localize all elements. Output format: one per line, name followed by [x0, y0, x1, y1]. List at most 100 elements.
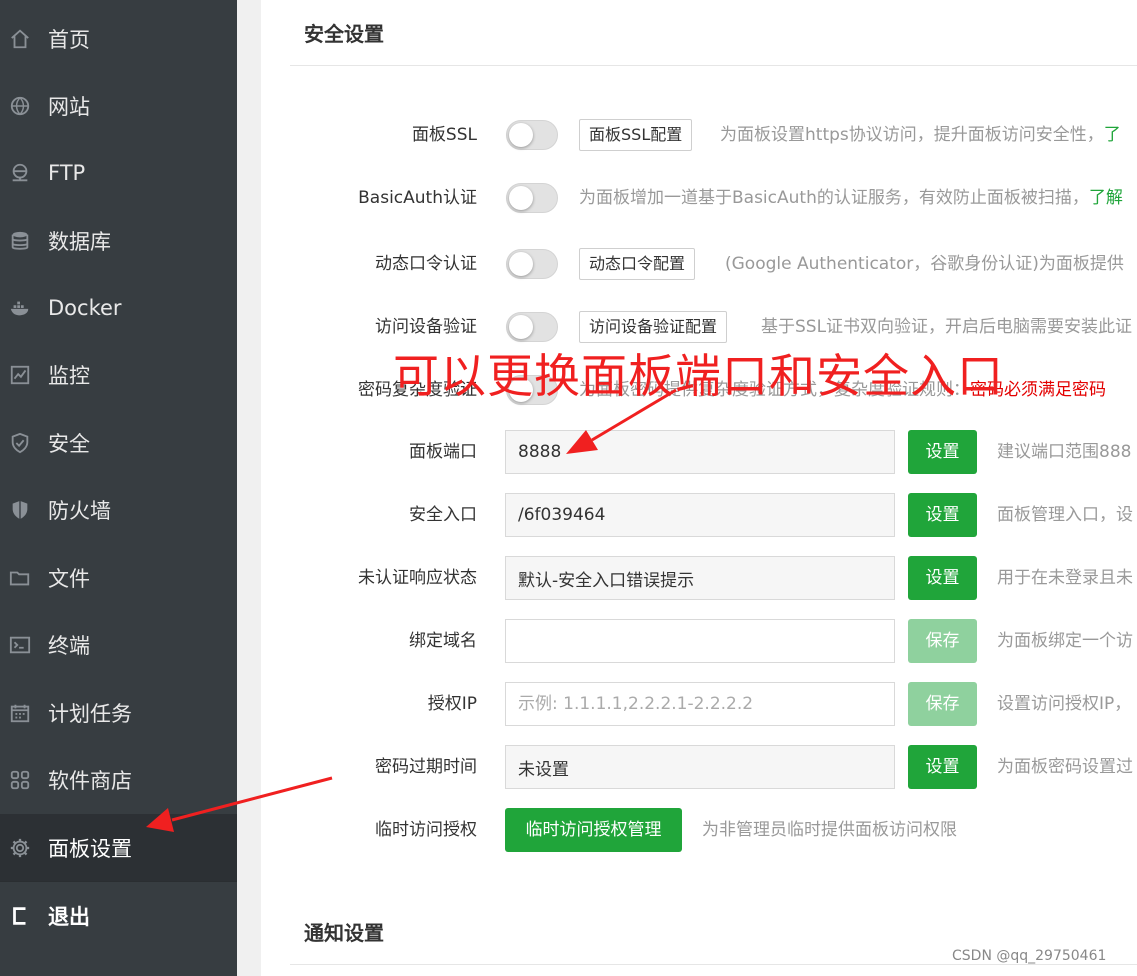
sidebar-item-label: 安全 [48, 431, 90, 456]
security-section-title: 安全设置 [304, 22, 384, 46]
globe-icon [9, 95, 31, 117]
row-description: (Google Authenticator，谷歌身份认证)为面板提供 [725, 254, 1124, 274]
row-label: 面板端口 [409, 442, 477, 462]
ftp-icon [9, 162, 31, 184]
shield-check-icon [9, 432, 31, 454]
dynamic-password-config-button[interactable]: 动态口令配置 [579, 248, 696, 280]
sidebar-item-label: 监控 [48, 363, 90, 388]
basicauth-toggle[interactable] [506, 183, 558, 213]
unauth-response-input[interactable] [505, 556, 895, 600]
password-expiry-row: 密码过期时间 设置 为面板密码设置过 [261, 744, 1137, 790]
gutter [237, 0, 261, 976]
bind-domain-input[interactable] [505, 619, 895, 663]
sidebar-item-label: 终端 [48, 633, 90, 658]
row-label: 动态口令认证 [375, 254, 477, 274]
bind-domain-save-button[interactable]: 保存 [908, 619, 977, 663]
home-icon [9, 28, 31, 50]
sidebar: 首页 网站 FTP 数据库 Docker 监控 安全 防火墙 文件 终端 计划任… [0, 0, 237, 976]
basicauth-row: BasicAuth认证 为面板增加一道基于BasicAuth的认证服务，有效防止… [261, 175, 1137, 221]
sidebar-item-label: 数据库 [48, 229, 111, 254]
divider [290, 65, 1137, 66]
sidebar-item-websites[interactable]: 网站 [0, 72, 237, 139]
sidebar-item-files[interactable]: 文件 [0, 544, 237, 611]
divider [290, 964, 1137, 965]
dynamic-password-row: 动态口令认证 动态口令配置 (Google Authenticator，谷歌身份… [261, 241, 1137, 287]
learn-more-link[interactable]: 了解 [1089, 188, 1123, 208]
row-label: 授权IP [427, 694, 477, 714]
sidebar-item-docker[interactable]: Docker [0, 274, 237, 341]
sidebar-item-ftp[interactable]: FTP [0, 139, 237, 206]
database-icon [9, 230, 31, 252]
watermark: CSDN @qq_29750461 [952, 948, 1107, 964]
security-entry-input[interactable] [505, 493, 895, 537]
row-description: 面板管理入口，设 [997, 505, 1133, 525]
notify-section-title: 通知设置 [304, 921, 384, 945]
sidebar-item-logout[interactable]: 退出 [0, 881, 237, 949]
annotation-text: 可以更换面板端口和安全入口 [393, 349, 1004, 403]
sidebar-item-label: FTP [48, 160, 86, 185]
panel-port-input[interactable] [505, 430, 895, 474]
row-description-text: 为面板设置https协议访问，提升面板访问安全性， [720, 125, 1104, 145]
sidebar-item-label: 首页 [48, 27, 90, 52]
panel-port-set-button[interactable]: 设置 [908, 430, 977, 474]
row-label: 未认证响应状态 [358, 568, 477, 588]
docker-icon [9, 297, 31, 319]
row-description: 设置访问授权IP， [997, 694, 1132, 714]
calendar-icon [9, 702, 31, 724]
folder-icon [9, 567, 31, 589]
row-description: 用于在未登录且未 [997, 568, 1133, 588]
temp-access-row: 临时访问授权 临时访问授权管理 为非管理员临时提供面板访问权限 [261, 807, 1137, 853]
sidebar-item-label: 网站 [48, 94, 90, 119]
panel-ssl-toggle[interactable] [506, 120, 558, 150]
row-label: 安全入口 [409, 505, 477, 525]
learn-more-link[interactable]: 了 [1104, 125, 1121, 145]
sidebar-item-monitor[interactable]: 监控 [0, 341, 237, 408]
temp-access-manage-button[interactable]: 临时访问授权管理 [505, 808, 682, 852]
terminal-icon [9, 634, 31, 656]
password-expiry-set-button[interactable]: 设置 [908, 745, 977, 789]
toggle-knob [509, 186, 533, 210]
security-entry-set-button[interactable]: 设置 [908, 493, 977, 537]
sidebar-item-terminal[interactable]: 终端 [0, 611, 237, 678]
unauth-response-set-button[interactable]: 设置 [908, 556, 977, 600]
bind-domain-row: 绑定域名 保存 为面板绑定一个访 [261, 618, 1137, 664]
sidebar-item-home[interactable]: 首页 [0, 5, 237, 72]
toggle-knob [509, 315, 533, 339]
panel-ssl-config-button[interactable]: 面板SSL配置 [579, 119, 693, 151]
security-entry-row: 安全入口 设置 面板管理入口，设 [261, 492, 1137, 538]
row-description-text: 为面板增加一道基于BasicAuth的认证服务，有效防止面板被扫描， [579, 188, 1089, 208]
row-description: 为面板设置https协议访问，提升面板访问安全性，了 [720, 112, 1121, 158]
row-description: 建议端口范围888 [997, 442, 1132, 462]
sidebar-item-label: 计划任务 [48, 701, 132, 726]
grid-icon [9, 769, 31, 791]
sidebar-item-database[interactable]: 数据库 [0, 207, 237, 274]
gear-icon [9, 837, 31, 859]
row-description: 为面板绑定一个访 [997, 631, 1133, 651]
row-description: 为非管理员临时提供面板访问权限 [702, 820, 957, 840]
device-verify-toggle[interactable] [506, 312, 558, 342]
row-label: 临时访问授权 [375, 820, 477, 840]
password-expiry-input[interactable] [505, 745, 895, 789]
sidebar-item-label: 退出 [48, 904, 90, 929]
row-description: 为面板增加一道基于BasicAuth的认证服务，有效防止面板被扫描，了解 [579, 175, 1123, 221]
device-verify-config-button[interactable]: 访问设备验证配置 [579, 311, 728, 343]
sidebar-item-security[interactable]: 安全 [0, 409, 237, 476]
sidebar-item-panel-settings[interactable]: 面板设置 [0, 814, 237, 881]
dynamic-password-toggle[interactable] [506, 249, 558, 279]
sidebar-item-label: 文件 [48, 566, 90, 591]
monitor-icon [9, 364, 31, 386]
logout-icon [9, 905, 31, 927]
sidebar-item-app-store[interactable]: 软件商店 [0, 746, 237, 813]
sidebar-item-label: Docker [48, 295, 122, 320]
panel-ssl-row: 面板SSL 面板SSL配置 为面板设置https协议访问，提升面板访问安全性，了 [261, 112, 1137, 158]
toggle-knob [509, 252, 533, 276]
auth-ip-save-button[interactable]: 保存 [908, 682, 977, 726]
panel-port-row: 面板端口 设置 建议端口范围888 [261, 429, 1137, 475]
row-label: 密码过期时间 [375, 757, 477, 777]
settings-panel: 安全设置 面板SSL 面板SSL配置 为面板设置https协议访问，提升面板访问… [261, 0, 1137, 976]
sidebar-item-cron[interactable]: 计划任务 [0, 679, 237, 746]
sidebar-item-firewall[interactable]: 防火墙 [0, 476, 237, 543]
auth-ip-input[interactable] [505, 682, 895, 726]
sidebar-item-label: 防火墙 [48, 498, 111, 523]
firewall-shield-icon [9, 499, 31, 521]
